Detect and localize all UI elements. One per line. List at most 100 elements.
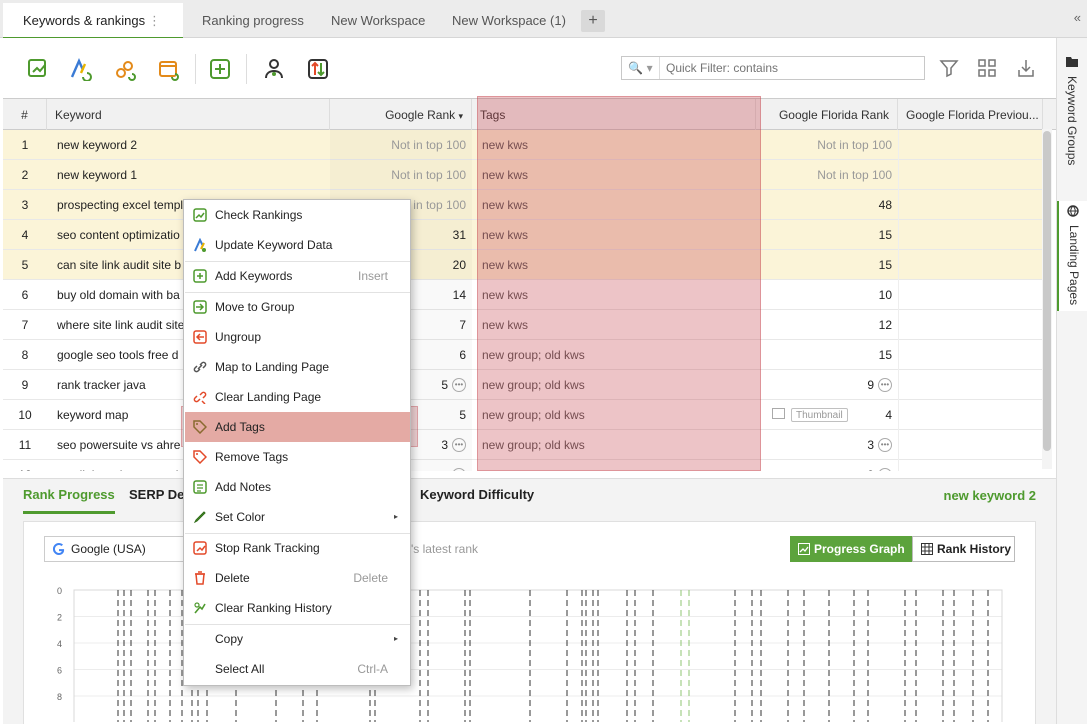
funnel-filter-icon[interactable] [939, 58, 959, 78]
row-number: 7 [21, 318, 29, 332]
toolbar: 🔍 ▾ [0, 38, 1056, 98]
menu-item-label: Map to Landing Page [215, 360, 330, 374]
tab-ranking-progress[interactable]: Ranking progress [202, 3, 304, 38]
keyword-cell[interactable]: new keyword 2 [47, 130, 330, 160]
menu-item-delete[interactable]: Delete Delete [185, 563, 410, 593]
more-icon[interactable]: ••• [878, 437, 892, 452]
download-icon[interactable] [1016, 58, 1036, 78]
florida-rank-cell[interactable]: 48 [756, 190, 898, 220]
col-header-google-rank[interactable]: Google Rank ▾ [330, 99, 472, 130]
competitors-icon[interactable] [262, 57, 286, 81]
florida-rank-cell[interactable]: Not in top 100 [756, 130, 898, 160]
florida-rank-value: 4 [885, 408, 892, 422]
menu-item-remove-tags[interactable]: Remove Tags [185, 442, 410, 472]
florida-rank-cell[interactable]: 3 ••• [756, 430, 898, 460]
florida-rank-value: Not in top 100 [817, 168, 892, 182]
tab-keywords-rankings[interactable]: Keywords & rankings ⋮ [3, 3, 183, 39]
menu-item-clear-landing-page[interactable]: Clear Landing Page [185, 382, 410, 412]
florida-rank-cell[interactable]: 15 [756, 250, 898, 280]
export-sort-icon[interactable] [306, 57, 330, 81]
menu-item-update-keyword-data[interactable]: Update Keyword Data [185, 230, 410, 260]
florida-rank-cell[interactable]: 9 ••• [756, 460, 898, 471]
grid-view-icon[interactable] [977, 58, 997, 78]
google-rank-cell[interactable]: Not in top 100 [330, 160, 472, 190]
schedule-icon[interactable] [157, 57, 181, 81]
more-icon[interactable]: ••• [878, 377, 892, 392]
menu-item-stop-rank-tracking[interactable]: Stop Rank Tracking [185, 533, 410, 563]
florida-rank-cell[interactable]: Not in top 100 [756, 160, 898, 190]
menu-item-label: Update Keyword Data [215, 238, 333, 252]
florida-rank-cell[interactable]: Thumbnail 4 [756, 400, 898, 430]
menu-item-ungroup[interactable]: Ungroup [185, 322, 410, 352]
y-tick-label: 4 [57, 639, 62, 649]
menu-item-add-tags[interactable]: Add Tags [185, 412, 410, 442]
menu-item-add-keywords[interactable]: Add Keywords Insert [185, 261, 410, 291]
menu-item-copy[interactable]: Copy ▸ [185, 624, 410, 654]
add-tab-button[interactable]: + [581, 10, 605, 32]
update-keyword-data-icon[interactable] [68, 57, 92, 81]
search-engine-label: Google (USA) [71, 542, 146, 556]
col-header-label: Google Rank [385, 108, 456, 122]
menu-item-check-rankings[interactable]: Check Rankings [185, 200, 410, 230]
google-logo-icon [53, 543, 65, 555]
google-rank-cell[interactable]: Not in top 100 [330, 130, 472, 160]
florida-rank-cell[interactable]: 10 [756, 280, 898, 310]
menu-item-clear-ranking-history[interactable]: Clear Ranking History [185, 593, 410, 623]
col-header-keyword[interactable]: Keyword [47, 99, 330, 130]
florida-previous-cell[interactable] [898, 160, 1043, 190]
florida-previous-cell[interactable] [898, 430, 1043, 460]
menu-item-map-to-landing-page[interactable]: Map to Landing Page [185, 352, 410, 382]
graph-icon [798, 543, 810, 555]
florida-previous-cell[interactable] [898, 190, 1043, 220]
col-header-florida-rank[interactable]: Google Florida Rank [756, 99, 898, 130]
florida-previous-cell[interactable] [898, 400, 1043, 430]
tab-new-workspace-1[interactable]: New Workspace (1) [452, 3, 566, 38]
tab-keyword-difficulty[interactable]: Keyword Difficulty [420, 487, 534, 502]
workspace-tabbar: Keywords & rankings ⋮ Ranking progress N… [0, 0, 1087, 39]
florida-previous-cell[interactable] [898, 280, 1043, 310]
menu-item-select-all[interactable]: Select All Ctrl-A [185, 654, 410, 684]
tab-label: Keywords & rankings [23, 13, 146, 28]
more-icon[interactable]: ••• [878, 467, 892, 471]
tab-menu-icon[interactable]: ⋮ [148, 3, 161, 39]
scrollbar-thumb[interactable] [1043, 131, 1051, 451]
collapse-panel-icon[interactable]: « [1074, 10, 1081, 25]
right-side-rail: Keyword Groups Landing Pages [1056, 38, 1087, 724]
rail-keyword-groups[interactable]: Keyword Groups [1057, 52, 1087, 192]
florida-rank-cell[interactable]: 15 [756, 340, 898, 370]
more-icon[interactable]: ••• [452, 467, 466, 471]
rank-refresh-icon[interactable] [113, 57, 137, 81]
rail-landing-pages[interactable]: Landing Pages [1057, 201, 1087, 311]
menu-item-add-notes[interactable]: Add Notes [185, 472, 410, 502]
menu-item-move-to-group[interactable]: Move to Group [185, 292, 410, 322]
rank-history-button[interactable]: Rank History [912, 536, 1015, 562]
menu-shortcut: Insert [357, 269, 388, 283]
rank-progress-panel: Google (USA) te's latest rank Progress G… [23, 521, 1036, 724]
more-icon[interactable]: ••• [452, 437, 466, 452]
col-header-number[interactable]: # [3, 99, 47, 130]
tab-rank-progress[interactable]: Rank Progress [23, 487, 115, 514]
col-header-florida-previous[interactable]: Google Florida Previou... [898, 99, 1043, 130]
florida-rank-cell[interactable]: 12 [756, 310, 898, 340]
florida-previous-cell[interactable] [898, 370, 1043, 400]
grid-scrollbar[interactable] [1042, 129, 1052, 469]
menu-item-set-color[interactable]: Set Color ▸ [185, 502, 410, 532]
florida-previous-cell[interactable] [898, 220, 1043, 250]
keyword-cell[interactable]: new keyword 1 [47, 160, 330, 190]
search-dropdown-icon[interactable]: 🔍 ▾ [622, 57, 660, 79]
florida-previous-cell[interactable] [898, 130, 1043, 160]
add-keyword-icon[interactable] [208, 57, 232, 81]
florida-rank-cell[interactable]: 15 [756, 220, 898, 250]
search-engine-select[interactable]: Google (USA) [44, 536, 204, 562]
florida-previous-cell[interactable] [898, 250, 1043, 280]
quick-filter[interactable]: 🔍 ▾ [621, 56, 925, 80]
more-icon[interactable]: ••• [452, 377, 466, 392]
quick-filter-input[interactable] [666, 59, 916, 77]
florida-previous-cell[interactable] [898, 310, 1043, 340]
florida-previous-cell[interactable] [898, 340, 1043, 370]
florida-rank-cell[interactable]: 9 ••• [756, 370, 898, 400]
tab-new-workspace[interactable]: New Workspace [331, 3, 425, 38]
check-rankings-icon[interactable] [26, 57, 50, 81]
progress-graph-button[interactable]: Progress Graph [790, 536, 912, 562]
florida-previous-cell[interactable] [898, 460, 1043, 471]
